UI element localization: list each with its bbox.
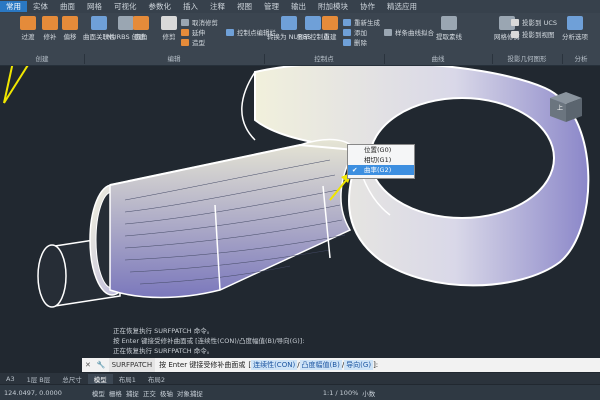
- fillet-tool[interactable]: 圆角: [133, 16, 149, 41]
- tab-layout2[interactable]: 布局2: [142, 374, 171, 384]
- option-guides[interactable]: 导向(G): [344, 360, 374, 370]
- regen-tool[interactable]: 重新生成: [343, 17, 380, 27]
- project-view-icon: [511, 30, 519, 38]
- viewcube-hint: 上: [557, 104, 563, 112]
- extract-isolines-tool[interactable]: 提取素线: [436, 16, 462, 41]
- project-ucs-icon: [511, 18, 519, 26]
- panel-project-geometry[interactable]: 投影几何图形: [492, 54, 563, 64]
- tab-dimensions[interactable]: 总尺寸: [56, 374, 88, 384]
- rebuild-icon: [322, 16, 338, 30]
- coordinates: 124.0497, 0.0000: [4, 388, 62, 397]
- menu-collaborate[interactable]: 协作: [354, 1, 381, 12]
- option-continuity[interactable]: 连续性(CON): [251, 360, 298, 370]
- control-points-icon: [305, 16, 322, 30]
- menu-annotate[interactable]: 注释: [204, 1, 231, 12]
- delete-tool[interactable]: 删除: [343, 37, 367, 47]
- menu-output[interactable]: 输出: [285, 1, 312, 12]
- menu-item-tangent[interactable]: 相切(G1): [348, 155, 414, 165]
- close-icon[interactable]: ✕: [82, 361, 94, 369]
- menu-featured[interactable]: 精选应用: [381, 1, 423, 12]
- menu-visualize[interactable]: 可视化: [108, 1, 143, 12]
- blend-icon: [20, 16, 36, 30]
- tab-model[interactable]: 模型: [87, 373, 113, 384]
- status-ortho[interactable]: 正交: [143, 388, 156, 398]
- option-bulge[interactable]: 凸度幅值(B): [299, 360, 342, 370]
- sculpt-tool[interactable]: 造型: [181, 37, 205, 47]
- blend-tool[interactable]: 过渡: [20, 16, 36, 41]
- status-bar: 124.0497, 0.0000 模型 栅格 捕捉 正交 极轴 对象捕捉 1:1…: [0, 385, 600, 400]
- drawing-viewport[interactable]: 上: [0, 66, 600, 332]
- patch-tool[interactable]: 修补: [42, 16, 58, 41]
- menu-addins[interactable]: 附加模块: [312, 1, 354, 12]
- trim-tool[interactable]: 修剪: [161, 16, 177, 41]
- viewcube[interactable]: [550, 92, 582, 122]
- menu-mesh[interactable]: 网格: [81, 1, 108, 12]
- tab-layer[interactable]: 1层 B层: [21, 374, 57, 384]
- menu-parametric[interactable]: 参数化: [143, 1, 178, 12]
- menu-item-position[interactable]: 位置(G0): [348, 145, 414, 155]
- status-units[interactable]: 小数: [362, 388, 375, 398]
- regen-icon: [343, 18, 351, 26]
- status-model[interactable]: 模型: [92, 388, 105, 398]
- panel-curves[interactable]: 曲线: [384, 54, 493, 64]
- menu-surface[interactable]: 曲面: [54, 1, 81, 12]
- status-osnap[interactable]: 对象捕捉: [177, 388, 203, 398]
- menu-insert[interactable]: 插入: [177, 1, 204, 12]
- untrim-icon: [181, 18, 189, 26]
- project-ucs-tool[interactable]: 投影到 UCS: [511, 17, 557, 27]
- extend-icon: [181, 28, 189, 36]
- extend-tool[interactable]: 延伸: [181, 27, 205, 37]
- menu-view[interactable]: 视图: [231, 1, 258, 12]
- menu-manage[interactable]: 管理: [258, 1, 285, 12]
- project-view-tool[interactable]: 投影到视图: [511, 29, 555, 39]
- patch-icon: [42, 16, 58, 30]
- sculpt-icon: [181, 38, 189, 46]
- checkmark-icon: ✔: [352, 166, 358, 174]
- model-drawing: 上: [3, 66, 590, 308]
- wrench-icon[interactable]: 🔧: [94, 361, 109, 369]
- continuity-context-menu: 位置(G0) 相切(G1) ✔ 曲率(G2): [347, 144, 415, 179]
- offset-tool[interactable]: 偏移: [62, 16, 78, 41]
- analysis-options-tool[interactable]: 分析选项: [562, 16, 588, 41]
- untrim-tool[interactable]: 取消修剪: [181, 17, 218, 27]
- offset-icon: [62, 16, 78, 30]
- status-polar[interactable]: 极轴: [160, 388, 173, 398]
- panel-create[interactable]: 创建: [0, 54, 85, 64]
- scissors-icon: [161, 16, 177, 30]
- cv-edit-icon: [226, 28, 234, 36]
- menu-bar: 常用 实体 曲面 网格 可视化 参数化 插入 注释 视图 管理 输出 附加模块 …: [0, 0, 600, 13]
- add-icon: [343, 28, 351, 36]
- fillet-icon: [133, 16, 149, 30]
- panel-control-points[interactable]: 控制点: [264, 54, 385, 64]
- spline-icon: [384, 28, 392, 36]
- nurbs-icon: [117, 16, 134, 30]
- associativity-icon: [91, 16, 108, 30]
- panel-analysis[interactable]: 分析: [562, 54, 600, 64]
- command-line[interactable]: ✕ 🔧 SURFPATCH 按 Enter 键接受修补曲面或 [ 连续性(CON…: [82, 358, 600, 372]
- convert-icon: [281, 16, 298, 30]
- cv-edit-bar-tool[interactable]: 控制点编辑栏: [226, 27, 276, 37]
- spline-fit-tool[interactable]: 样条曲线拟合: [384, 27, 434, 37]
- menu-home[interactable]: 常用: [0, 1, 27, 12]
- status-scale[interactable]: 1:1 / 100%: [323, 389, 358, 397]
- status-grid[interactable]: 栅格: [109, 388, 122, 398]
- layout-tabs: A3 1层 B层 总尺寸 模型 布局1 布局2: [0, 373, 600, 384]
- menu-item-curvature[interactable]: ✔ 曲率(G2): [348, 165, 414, 175]
- delete-icon: [343, 38, 351, 46]
- menu-solid[interactable]: 实体: [27, 1, 54, 12]
- analysis-icon: [567, 16, 583, 30]
- command-history: 正在恢复执行 SURFPATCH 命令。 按 Enter 键接受修补曲面或 [连…: [113, 327, 305, 355]
- rebuild-tool[interactable]: 重建: [322, 16, 338, 41]
- ribbon: 过渡 修补 偏移 曲面关联性 NURBS 创建 圆角 修剪 转换为 NURBS …: [0, 13, 600, 66]
- isolines-icon: [441, 16, 457, 30]
- tab-a3[interactable]: A3: [0, 375, 21, 383]
- add-tool[interactable]: 添加: [343, 27, 367, 37]
- tab-layout1[interactable]: 布局1: [113, 374, 142, 384]
- panel-edit[interactable]: 编辑: [84, 54, 265, 64]
- command-prompt: 按 Enter 键接受修补曲面或: [159, 361, 246, 369]
- command-name: SURFPATCH: [108, 358, 156, 372]
- status-snap[interactable]: 捕捉: [126, 388, 139, 398]
